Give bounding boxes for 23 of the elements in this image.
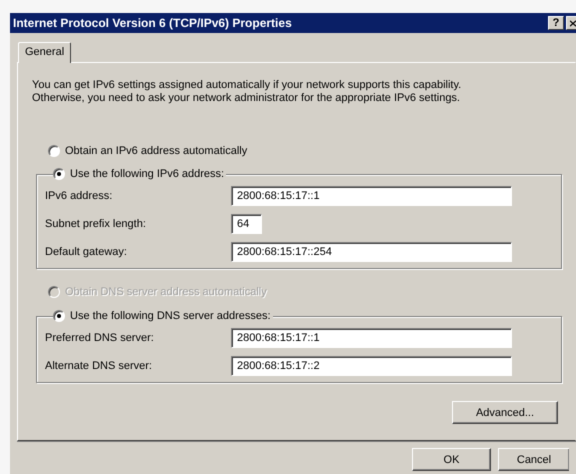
field-label: IPv6 address:: [45, 190, 114, 202]
ok-button[interactable]: OK: [412, 448, 491, 471]
radio-button[interactable]: [53, 168, 65, 180]
radio-button[interactable]: [48, 145, 60, 157]
cancel-button[interactable]: Cancel: [498, 448, 569, 471]
input-field[interactable]: 2800:68:15:17::1: [231, 186, 512, 206]
tab[interactable]: General: [18, 42, 72, 63]
input-field[interactable]: 64: [231, 214, 262, 234]
field-label: Default gateway:: [45, 246, 128, 258]
intro-text: You can get IPv6 settings assigned automatically if your network supports this capability. Otherwise, you need to ask your network administrator for the appropriate IPv6 settings.: [32, 79, 462, 105]
input-field[interactable]: 2800:68:15:17::1: [231, 328, 512, 348]
input-field[interactable]: 2800:68:15:17::254: [231, 242, 512, 262]
input-field[interactable]: 2800:68:15:17::2: [231, 356, 512, 376]
window-title: Internet Protocol Version 6 (TCP/IPv6) Properties: [13, 16, 293, 30]
advanced-button[interactable]: Advanced...: [452, 401, 558, 424]
field-label: Preferred DNS server:: [45, 332, 155, 344]
close-button[interactable]: [566, 16, 576, 30]
field-label: Alternate DNS server:: [45, 360, 153, 372]
radio-button[interactable]: [53, 310, 65, 322]
close-icon: [570, 20, 576, 26]
radio-label[interactable]: Obtain an IPv6 address automatically: [65, 145, 248, 157]
field-label: Subnet prefix length:: [45, 218, 147, 230]
help-button[interactable]: ?: [548, 16, 564, 30]
